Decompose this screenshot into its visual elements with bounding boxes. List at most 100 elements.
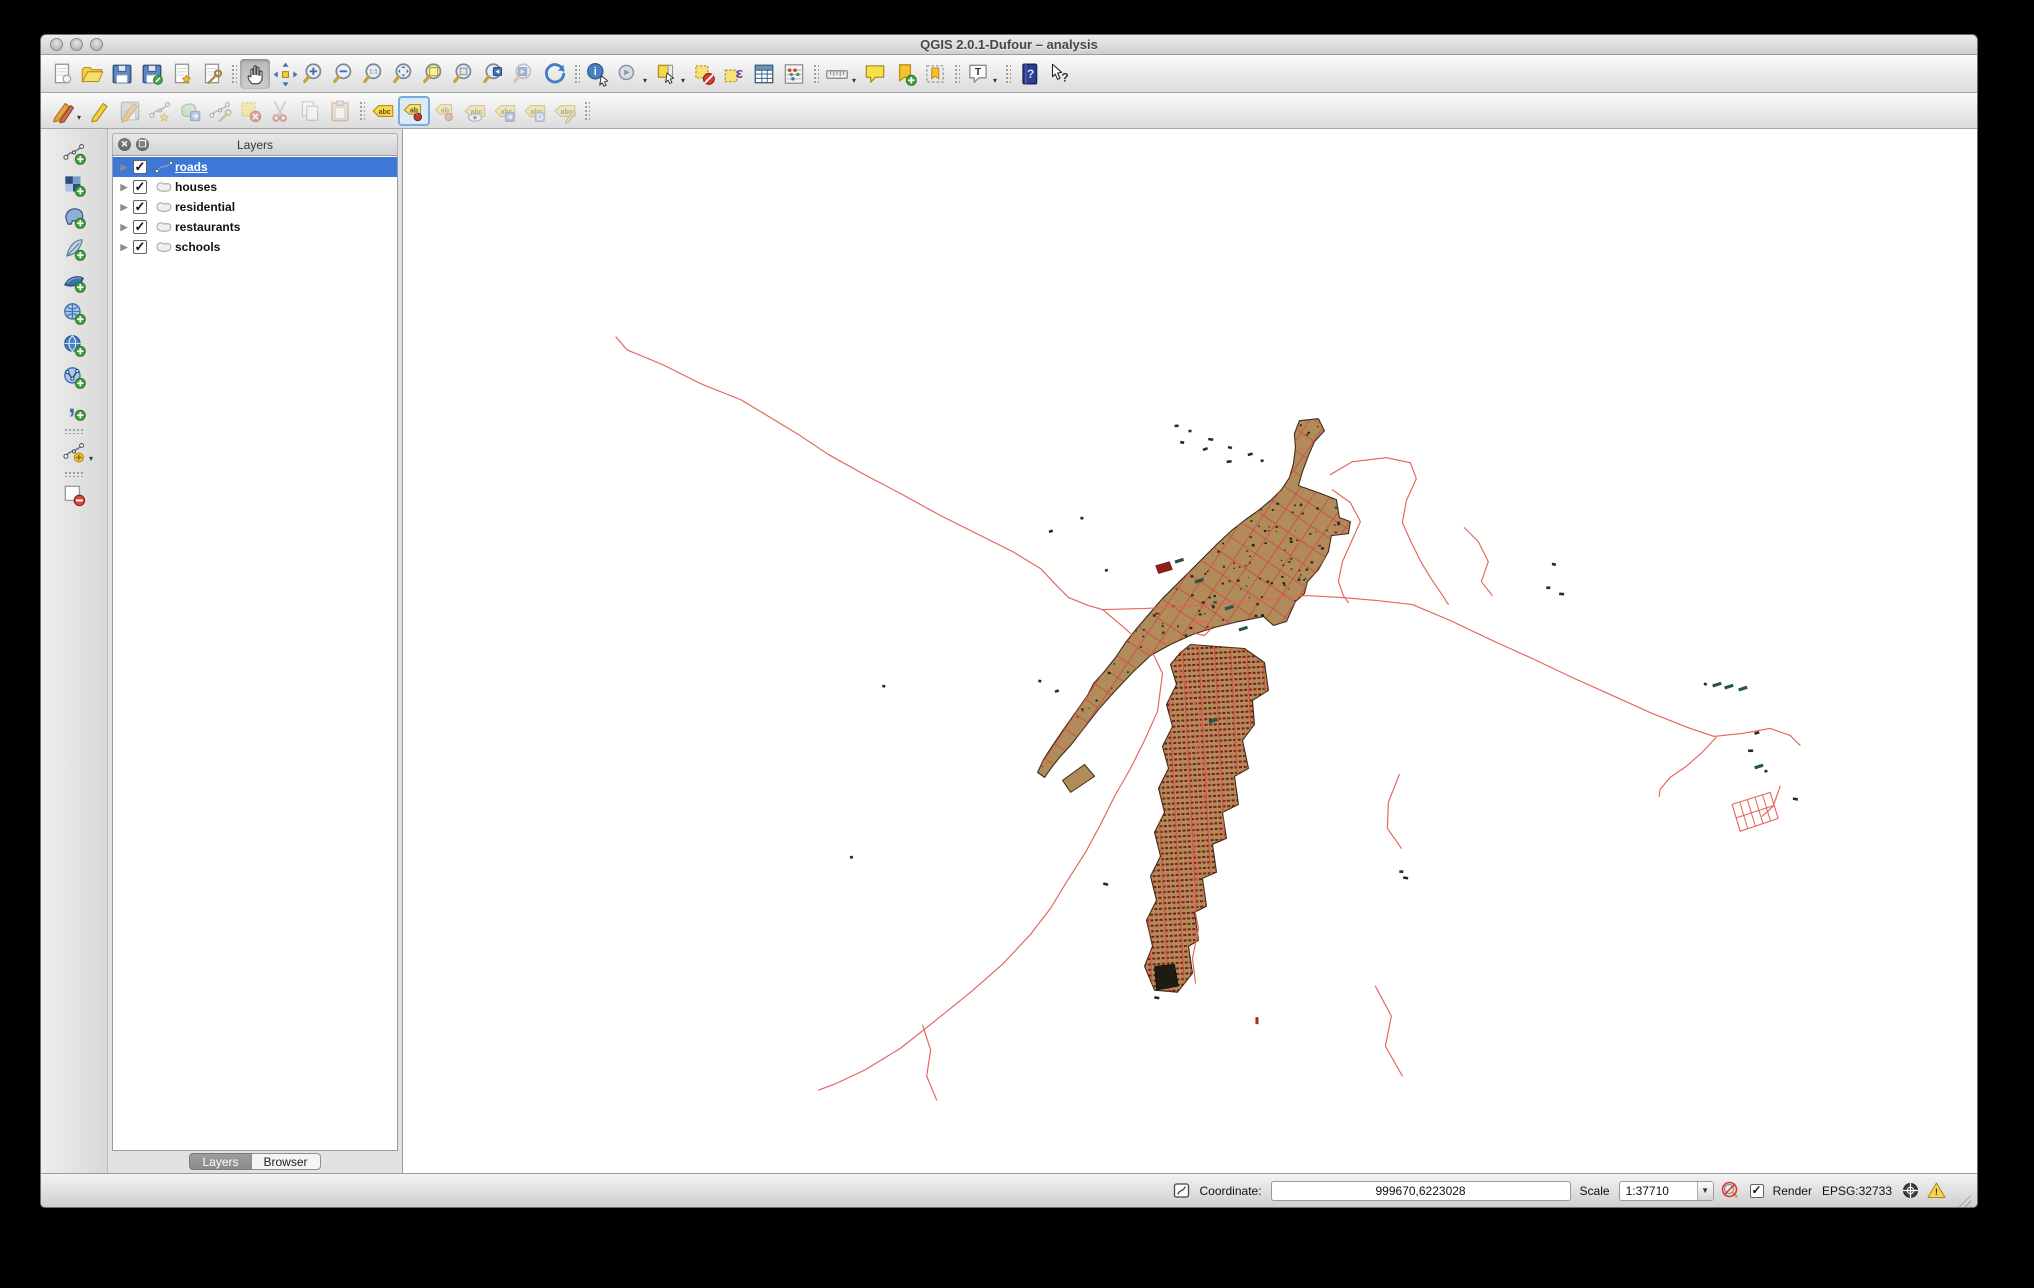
zoom-full-button[interactable] (390, 59, 420, 89)
field-calculator-button[interactable] (779, 59, 809, 89)
layer-visibility-checkbox[interactable]: ✓ (133, 200, 147, 214)
chevron-down-icon[interactable]: ▾ (89, 454, 93, 463)
save-edits-button[interactable] (115, 96, 145, 126)
refresh-button[interactable] (540, 59, 570, 89)
chevron-down-icon[interactable]: ▾ (993, 76, 997, 85)
crs-status-icon[interactable] (1900, 1181, 1920, 1201)
composer-new-button[interactable] (167, 59, 197, 89)
zoom-window-button[interactable] (90, 38, 103, 51)
select-features-button[interactable]: ▾ (651, 59, 685, 89)
layer-row-restaurants[interactable]: ▶ ✓ restaurants (113, 217, 397, 237)
labeling-button[interactable]: abc (368, 96, 398, 126)
chevron-down-icon[interactable]: ▾ (681, 76, 685, 85)
label-properties-button[interactable]: abc (550, 96, 580, 126)
label-move-button[interactable]: abc (490, 96, 520, 126)
save-button[interactable] (107, 59, 137, 89)
label-rotate-button[interactable]: abc (520, 96, 550, 126)
measure-button[interactable]: ▾ (822, 59, 856, 89)
log-messages-icon[interactable]: ! (1926, 1181, 1946, 1201)
expand-triangle-icon[interactable]: ▶ (117, 182, 131, 193)
expand-triangle-icon[interactable]: ▶ (117, 162, 131, 173)
layer-row-residential[interactable]: ▶ ✓ residential (113, 197, 397, 217)
minimize-window-button[interactable] (70, 38, 83, 51)
delete-selected-button[interactable] (235, 96, 265, 126)
bookmark-new-button[interactable] (890, 59, 920, 89)
zoom-native-button[interactable]: 1:1 (360, 59, 390, 89)
add-mssql-layer-button[interactable] (59, 266, 89, 296)
polygon-geometry-icon (153, 220, 175, 234)
add-delimited-text-layer-button[interactable]: , (59, 394, 89, 424)
label-pin-button[interactable]: ab (398, 95, 430, 126)
add-spatialite-layer-button[interactable] (59, 234, 89, 264)
select-expression-button[interactable]: ε (719, 59, 749, 89)
bookmark-show-button[interactable] (920, 59, 950, 89)
expand-triangle-icon[interactable]: ▶ (117, 242, 131, 253)
mouse-position-icon[interactable] (1172, 1181, 1192, 1201)
add-vector-layer-button[interactable] (59, 138, 89, 168)
scale-combo[interactable]: 1:37710 ▼ (1618, 1180, 1714, 1201)
chevron-down-icon[interactable]: ▾ (643, 76, 647, 85)
chevron-down-icon[interactable]: ▼ (1696, 1181, 1713, 1200)
chevron-down-icon[interactable]: ▾ (77, 113, 81, 122)
text-annotation-button[interactable]: T ▾ (963, 59, 997, 89)
tab-layers[interactable]: Layers (189, 1153, 251, 1170)
composer-manager-button[interactable] (197, 59, 227, 89)
layer-row-roads[interactable]: ▶ ✓ roads (113, 157, 397, 177)
coordinate-input[interactable]: 999670,6223028 (1270, 1180, 1571, 1201)
cut-features-button[interactable] (265, 96, 295, 126)
new-shapefile-layer-button[interactable]: ▾ (59, 437, 93, 467)
zoom-next-button[interactable] (510, 59, 540, 89)
layer-visibility-checkbox[interactable]: ✓ (133, 180, 147, 194)
attribute-table-button[interactable] (749, 59, 779, 89)
feature-action-button[interactable]: ▾ (613, 59, 647, 89)
render-checkbox[interactable]: ✓ (1749, 1183, 1764, 1198)
paste-features-button[interactable] (325, 96, 355, 126)
pan-selection-button[interactable] (270, 59, 300, 89)
chevron-down-icon[interactable]: ▾ (852, 76, 856, 85)
map-tips-button[interactable] (860, 59, 890, 89)
layer-visibility-checkbox[interactable]: ✓ (133, 240, 147, 254)
toggle-editing-button[interactable] (85, 96, 115, 126)
zoom-out-button[interactable] (330, 59, 360, 89)
zoom-last-button[interactable] (480, 59, 510, 89)
help-contents-button[interactable]: ? (1014, 59, 1044, 89)
layer-visibility-checkbox[interactable]: ✓ (133, 220, 147, 234)
add-wcs-layer-button[interactable] (59, 330, 89, 360)
svg-text:?: ? (1027, 66, 1034, 80)
layer-row-schools[interactable]: ▶ ✓ schools (113, 237, 397, 257)
tab-browser[interactable]: Browser (250, 1153, 321, 1170)
zoom-selection-button[interactable] (420, 59, 450, 89)
scale-value: 1:37710 (1625, 1183, 1669, 1198)
node-tool-button[interactable] (205, 96, 235, 126)
resize-grip[interactable] (1957, 1193, 1971, 1207)
label-pin-toggle-button[interactable]: ab (430, 96, 460, 126)
whats-this-button[interactable]: ? (1044, 59, 1074, 89)
move-feature-button[interactable] (175, 96, 205, 126)
pan-hand-button[interactable] (240, 58, 270, 89)
expand-triangle-icon[interactable]: ▶ (117, 202, 131, 213)
add-postgis-layer-button[interactable] (59, 202, 89, 232)
label-visibility-button[interactable]: abc (460, 96, 490, 126)
deselect-all-button[interactable] (689, 59, 719, 89)
title-bar[interactable]: QGIS 2.0.1-Dufour – analysis (41, 35, 1977, 55)
file-new-button[interactable] (47, 59, 77, 89)
toolbar-separator (583, 99, 590, 122)
zoom-in-button[interactable] (300, 59, 330, 89)
add-wfs-layer-button[interactable] (59, 362, 89, 392)
map-canvas[interactable] (403, 129, 1977, 1173)
current-edits-button[interactable]: ▾ (47, 96, 81, 126)
identify-button[interactable]: i (583, 59, 613, 89)
layer-visibility-checkbox[interactable]: ✓ (133, 160, 147, 174)
add-wms-layer-button[interactable] (59, 298, 89, 328)
zoom-layer-button[interactable] (450, 59, 480, 89)
folder-open-button[interactable] (77, 59, 107, 89)
save-as-button[interactable] (137, 59, 167, 89)
stop-render-icon[interactable] (1721, 1181, 1741, 1201)
copy-features-button[interactable] (295, 96, 325, 126)
add-feature-button[interactable] (145, 96, 175, 126)
expand-triangle-icon[interactable]: ▶ (117, 222, 131, 233)
add-raster-layer-button[interactable] (59, 170, 89, 200)
remove-layer-button[interactable] (59, 480, 89, 510)
close-window-button[interactable] (50, 38, 63, 51)
layer-row-houses[interactable]: ▶ ✓ houses (113, 177, 397, 197)
